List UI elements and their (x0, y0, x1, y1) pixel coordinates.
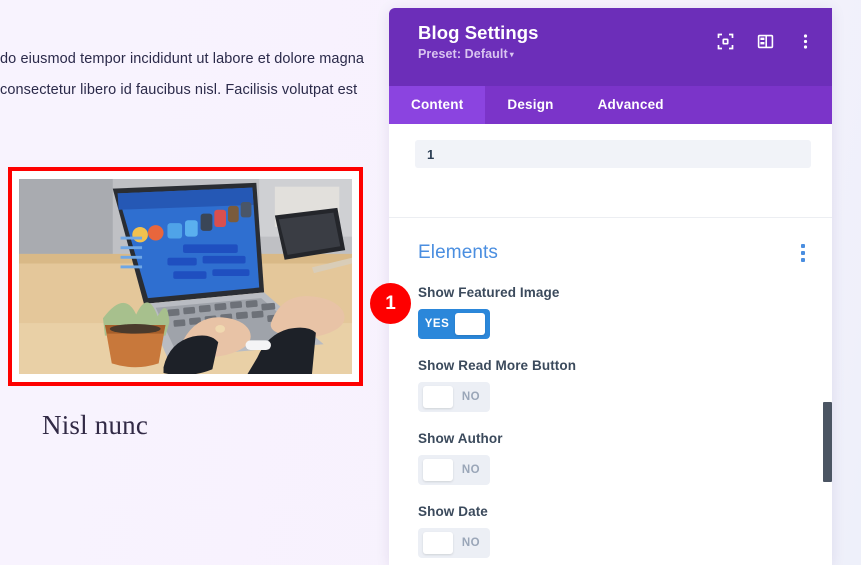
toggle-knob (423, 386, 453, 408)
panel-header-actions (716, 32, 814, 50)
toggle-show-date[interactable]: NO (418, 528, 490, 558)
body-copy-line-1: do eiusmod tempor incididunt ut labore e… (0, 51, 365, 67)
field-show-date: Show Date NO (418, 504, 811, 558)
toggle-knob (423, 532, 453, 554)
toggle-show-author[interactable]: NO (418, 455, 490, 485)
toggle-knob (455, 313, 485, 335)
elements-section: Elements Show Featured Image YES Show Re… (389, 218, 832, 558)
field-label: Show Date (418, 504, 488, 519)
featured-image (19, 179, 352, 374)
tab-advanced[interactable]: Advanced (576, 86, 686, 124)
layout-columns-icon[interactable] (756, 32, 774, 50)
panel-header: Blog Settings Preset: Default ▾ (389, 8, 832, 86)
blog-settings-panel: Blog Settings Preset: Default ▾ Content … (389, 8, 832, 565)
fullscreen-icon[interactable] (716, 32, 734, 50)
toggle-state-label: NO (461, 391, 481, 403)
toggle-knob (423, 459, 453, 481)
chevron-down-icon: ▾ (509, 50, 514, 60)
page-title: Nisl nunc (42, 410, 149, 440)
panel-tab-bar: Content Design Advanced (389, 86, 832, 124)
kebab-menu-icon[interactable] (796, 32, 814, 50)
toggle-show-read-more-button[interactable]: NO (418, 382, 490, 412)
elements-section-header: Elements (418, 240, 811, 266)
toggle-show-featured-image[interactable]: YES (418, 309, 490, 339)
toggle-state-label: NO (461, 464, 481, 476)
post-body-copy: do eiusmod tempor incididunt ut labore e… (0, 44, 380, 106)
body-copy-line-2: consectetur libero id faucibus nisl. Fac… (0, 82, 358, 98)
field-show-author: Show Author NO (418, 431, 811, 485)
panel-scrollbar[interactable] (823, 402, 832, 482)
callout-badge-1: 1 (370, 283, 411, 324)
featured-image-highlight-frame (8, 167, 363, 386)
field-label: Show Author (418, 431, 503, 446)
field-show-read-more-button: Show Read More Button NO (418, 358, 811, 412)
page-preview-area: do eiusmod tempor incididunt ut labore e… (0, 0, 389, 565)
section-title: Elements (418, 242, 499, 263)
preset-label: Preset: Default (418, 47, 508, 61)
toggle-state-label: NO (461, 537, 481, 549)
panel-body: 1 Elements Show Featured Image YES Show … (389, 124, 832, 565)
field-show-featured-image: Show Featured Image YES (418, 285, 811, 339)
tab-design[interactable]: Design (485, 86, 575, 124)
field-label: Show Featured Image (418, 285, 560, 300)
field-label: Show Read More Button (418, 358, 577, 373)
section-kebab-menu-icon[interactable] (795, 240, 811, 266)
post-count-input[interactable]: 1 (415, 140, 811, 168)
toggle-state-label: YES (424, 318, 450, 330)
tab-content[interactable]: Content (389, 86, 486, 124)
